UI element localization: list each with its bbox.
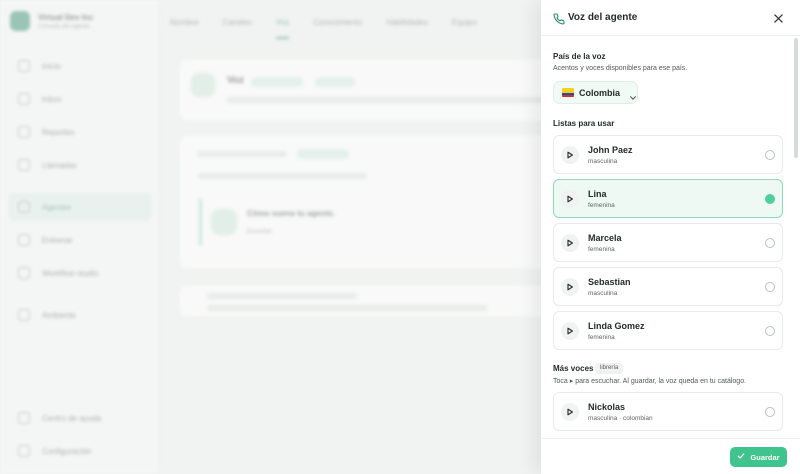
voice-gender: masculina · colombian [588,415,653,422]
voice-gender: femenina [588,246,615,253]
voice-gender: masculina [588,290,618,297]
voice-radio[interactable] [765,150,775,160]
voice-option-selected[interactable]: Lina femenina [553,179,783,218]
save-button[interactable]: Guardar [730,447,787,467]
voice-drawer: Voz del agente País de la voz Acentos y … [541,0,800,474]
close-icon[interactable] [771,11,785,25]
country-select-value: Colombia [578,87,620,98]
drawer-footer: Guardar [541,438,800,474]
play-icon[interactable] [561,234,579,252]
lists-section-title: Listas para usar [553,119,615,128]
voice-gender: masculina [588,158,618,165]
voice-radio[interactable] [765,282,775,292]
country-section-subtitle: Acentos y voces disponibles para ese paí… [553,65,688,72]
drawer-title: Voz del agente [568,12,638,23]
colombia-flag-icon [562,88,574,97]
voice-option[interactable]: John Paez masculina [553,135,783,174]
country-section-title: País de la voz [553,52,606,61]
play-icon[interactable] [561,190,579,208]
voice-option[interactable]: Sebastian masculina [553,267,783,306]
voice-name: Sebastian [588,277,631,287]
play-icon[interactable] [561,403,579,421]
check-icon [737,452,745,462]
more-voices-title: Más voces [553,364,594,373]
voice-option[interactable]: Linda Gomez femenina [553,311,783,350]
phone-icon [553,12,565,25]
modal-scrim[interactable] [0,0,541,474]
voice-option[interactable]: Nickolas masculina · colombian [553,392,783,431]
voice-option[interactable]: Marcela femenina [553,223,783,262]
voice-radio-checked[interactable] [765,194,775,204]
save-button-label: Guardar [750,452,780,462]
voice-name: Linda Gomez [588,321,645,331]
library-badge: librería [595,363,624,374]
voice-name: John Paez [588,145,633,155]
voice-name: Nickolas [588,402,626,412]
voice-name: Marcela [588,233,622,243]
voice-gender: femenina [588,334,615,341]
drawer-header: Voz del agente [541,0,800,36]
voice-radio[interactable] [765,326,775,336]
voice-name: Lina [588,189,607,199]
voice-radio[interactable] [765,407,775,417]
country-select[interactable]: Colombia [553,81,638,104]
more-voices-subtitle: Toca ▸ para escuchar. Al guardar, la voz… [553,378,747,385]
play-icon[interactable] [561,146,579,164]
chevron-down-icon [629,89,637,100]
play-icon[interactable] [561,278,579,296]
play-icon[interactable] [561,322,579,340]
voice-gender: femenina [588,202,615,209]
voice-radio[interactable] [765,238,775,248]
drawer-scrollbar[interactable] [794,38,798,158]
